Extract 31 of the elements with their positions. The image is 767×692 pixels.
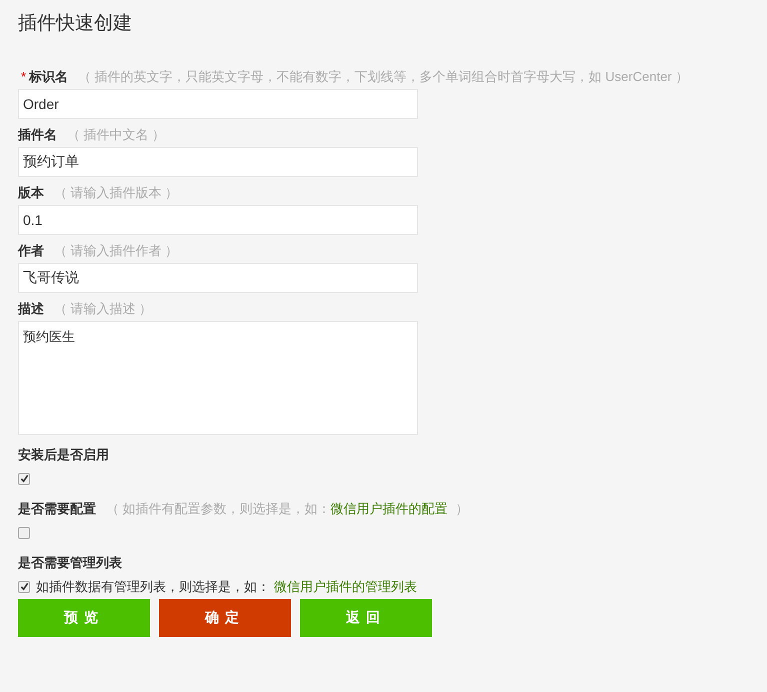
checkbox[interactable] bbox=[18, 472, 30, 484]
text-input[interactable]: 飞哥传说 bbox=[18, 262, 418, 292]
field-label: 标识名 bbox=[29, 68, 68, 86]
page-title: 插件快速创建 bbox=[18, 12, 133, 36]
text-input[interactable]: 预约订单 bbox=[18, 146, 418, 176]
option-label: 是否需要管理列表 bbox=[18, 554, 122, 572]
check-icon bbox=[20, 582, 28, 591]
field-label: 描述 bbox=[18, 300, 44, 318]
config-link[interactable]: 微信用户插件的配置 bbox=[330, 498, 448, 518]
option-hint: （ 如插件有配置参数，则选择是，如： bbox=[106, 500, 331, 518]
field-hint: （ 插件的英文字，只能英文字母，不能有数字，下划线等，多个单词组合时首字母大写，如 UserCenter ） bbox=[78, 68, 688, 86]
option-label: 安装后是否启用 bbox=[18, 446, 109, 464]
text-input[interactable]: Order bbox=[18, 88, 418, 118]
text-input[interactable]: 0.1 bbox=[18, 204, 418, 234]
field-label: 版本 bbox=[18, 184, 44, 202]
checkbox[interactable] bbox=[18, 580, 30, 592]
field-label: 作者 bbox=[18, 242, 44, 260]
check-icon bbox=[20, 474, 28, 483]
field-hint: （ 请输入插件版本 ） bbox=[54, 184, 178, 202]
checkbox[interactable] bbox=[18, 526, 30, 538]
description-textarea[interactable]: 预约医生 bbox=[18, 320, 418, 434]
field-hint: （ 请输入插件作者 ） bbox=[54, 242, 178, 260]
required-asterisk: * bbox=[21, 68, 26, 86]
checkbox-caption: 如插件数据有管理列表，则选择是，如： bbox=[36, 578, 270, 596]
manage-list-link[interactable]: 微信用户插件的管理列表 bbox=[274, 576, 417, 596]
field-hint: （ 请输入描述 ） bbox=[54, 300, 152, 318]
action-button[interactable]: 确定 bbox=[159, 598, 291, 636]
hint-paren: ） bbox=[456, 500, 469, 518]
option-label: 是否需要配置 bbox=[18, 500, 96, 518]
field-hint: （ 插件中文名 ） bbox=[67, 126, 166, 144]
field-label: 插件名 bbox=[18, 126, 57, 144]
